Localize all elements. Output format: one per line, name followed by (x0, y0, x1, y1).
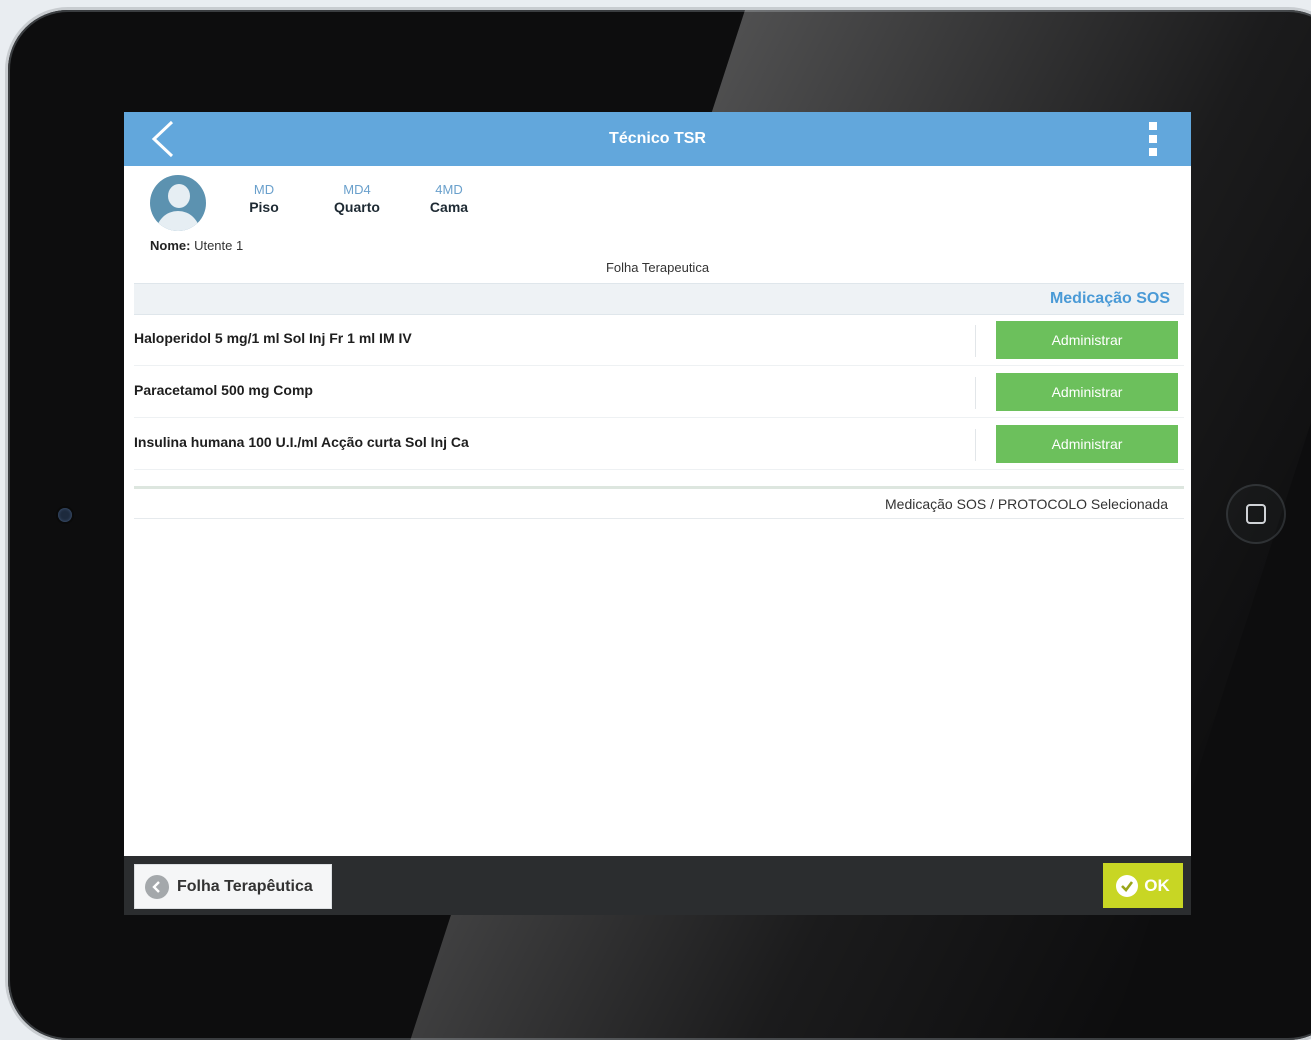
sheet-title: Folha Terapeutica (605, 260, 710, 275)
ok-button[interactable]: OK (1103, 863, 1183, 908)
medication-name: Haloperidol 5 mg/1 ml Sol Inj Fr 1 ml IM… (134, 330, 412, 346)
medication-row: Haloperidol 5 mg/1 ml Sol Inj Fr 1 ml IM… (134, 315, 1184, 366)
administrar-button[interactable]: Administrar (996, 425, 1178, 463)
patient-name-label: Nome: (150, 238, 191, 253)
chevron-left-icon (145, 874, 169, 899)
quarto-code: MD4 (343, 182, 371, 197)
cama-info: 4MD Cama (409, 182, 489, 215)
home-button[interactable] (1228, 486, 1284, 542)
row-separator (975, 377, 976, 409)
patient-name-value: Utente 1 (194, 238, 244, 253)
quarto-info: MD4 Quarto (317, 182, 397, 215)
piso-info: MD Piso (224, 182, 304, 215)
sos-section-header: Medicação SOS (134, 283, 1184, 315)
folha-terapeutica-label: Folha Terapêutica (177, 877, 313, 895)
administrar-button[interactable]: Administrar (996, 321, 1178, 359)
page-title: Técnico TSR (609, 130, 706, 147)
avatar (150, 175, 206, 231)
piso-label: Piso (249, 199, 279, 215)
piso-code: MD (253, 182, 275, 197)
row-separator (975, 325, 976, 357)
camera-icon (58, 508, 72, 522)
selected-protocol-note: Medicação SOS / PROTOCOLO Selecionada (134, 490, 1184, 519)
cama-label: Cama (429, 199, 469, 215)
check-icon (1116, 874, 1139, 897)
medication-row: Paracetamol 500 mg Comp Administrar (134, 367, 1184, 418)
cama-code: 4MD (435, 182, 463, 197)
selected-protocol-text: Medicação SOS / PROTOCOLO Selecionada (885, 496, 1168, 512)
back-arrow-icon[interactable] (148, 120, 180, 158)
patient-name: Nome: Utente 1 (150, 238, 243, 253)
app-screen: Técnico TSR MD Piso MD4 Quarto 4MD Cama … (124, 112, 1191, 915)
medication-row: Insulina humana 100 U.I./ml Acção curta … (134, 419, 1184, 470)
medication-name: Paracetamol 500 mg Comp (134, 382, 313, 398)
quarto-label: Quarto (334, 199, 380, 215)
home-square-icon (1246, 504, 1266, 524)
sos-section-title: Medicação SOS (1049, 290, 1170, 307)
top-bar: Técnico TSR (124, 112, 1191, 166)
section-divider (134, 486, 1184, 489)
footer-bar: Folha Terapêutica OK (124, 856, 1191, 915)
medication-name: Insulina humana 100 U.I./ml Acção curta … (134, 434, 469, 450)
folha-terapeutica-button[interactable]: Folha Terapêutica (134, 864, 332, 909)
kebab-menu-icon[interactable] (1147, 122, 1159, 156)
administrar-button[interactable]: Administrar (996, 373, 1178, 411)
ok-label: OK (1144, 875, 1170, 895)
row-separator (975, 429, 976, 461)
